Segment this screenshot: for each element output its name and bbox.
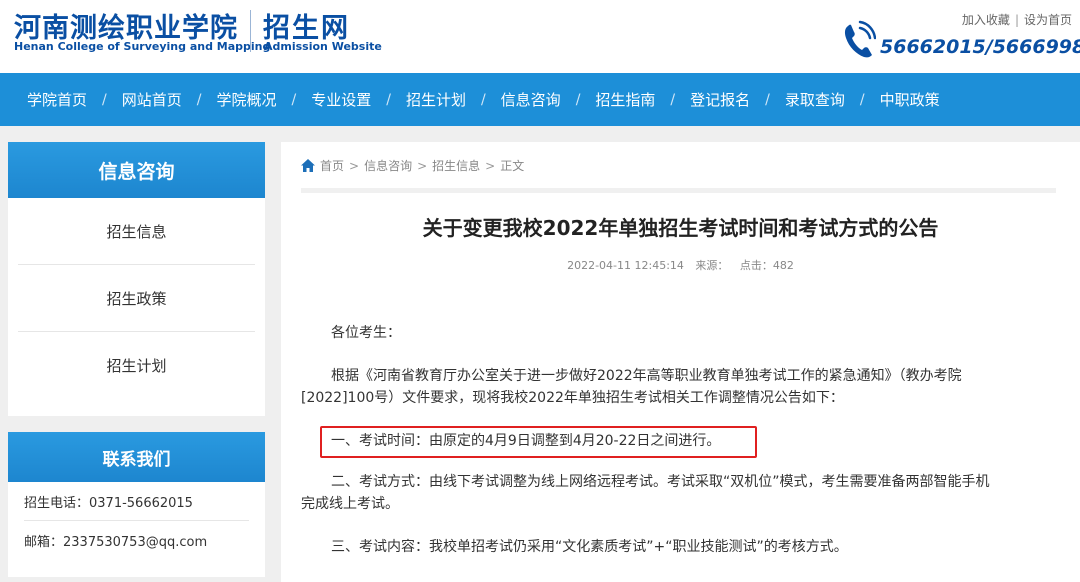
top-links: 加入收藏 | 设为首页 [962, 11, 1072, 28]
article-item2-line1: 二、考试方式：由线下考试调整为线上网络远程考试。考试采取“双机位”模式，考生需要… [331, 474, 990, 490]
breadcrumb-current: 正文 [500, 159, 525, 173]
article-clicks: 点击：482 [739, 259, 794, 272]
site-subtitle: Admission Website [264, 40, 382, 53]
college-logo-subtitle: Henan College of Surveying and Mapping [14, 40, 271, 53]
article-item2-line2: 完成线上考试。 [301, 496, 399, 512]
nav-separator: / [480, 91, 486, 108]
site-header: 河南测绘职业学院 Henan College of Surveying and … [0, 0, 1080, 73]
sidebar-item-enrollment-info[interactable]: 招生信息 [18, 198, 255, 265]
nav-separator: / [291, 91, 297, 108]
article-date: 2022-04-11 12:45:14 [567, 259, 684, 272]
breadcrumb-info-consult[interactable]: 信息咨询 [364, 157, 412, 174]
article-para1-line2: [2022]100号）文件要求，现将我校2022年单独招生考试相关工作调整情况公… [301, 390, 844, 406]
breadcrumb-separator: > [417, 158, 428, 173]
breadcrumb: 首页 > 信息咨询 > 招生信息 > 正文 [301, 157, 524, 174]
highlight-box [320, 426, 757, 458]
nav-item-site-home[interactable]: 网站首页 [122, 89, 182, 110]
nav-separator: / [765, 91, 770, 108]
article-source: 来源： [695, 259, 729, 272]
sidebar-item-enrollment-policy[interactable]: 招生政策 [18, 265, 255, 332]
nav-item-college-overview[interactable]: 学院概况 [216, 89, 276, 110]
nav-item-info-consult[interactable]: 信息咨询 [501, 89, 561, 110]
breadcrumb-divider [301, 188, 1056, 193]
nav-separator: / [670, 91, 676, 108]
sidebar-item-enrollment-plan[interactable]: 招生计划 [18, 332, 255, 398]
article-item3: 三、考试内容：我校单招考试仍采用“文化素质考试”+“职业技能测试”的考核方式。 [331, 539, 848, 555]
nav-separator: / [102, 91, 107, 108]
sidebar-info-panel: 信息咨询 招生信息 招生政策 招生计划 [8, 142, 265, 416]
article-meta: 2022-04-11 12:45:14 来源： 点击：482 [281, 257, 1080, 273]
top-links-separator: | [1014, 13, 1019, 27]
breadcrumb-separator: > [485, 158, 496, 173]
nav-separator: / [575, 91, 581, 108]
nav-item-majors[interactable]: 专业设置 [311, 89, 371, 110]
sidebar-contact-title: 联系我们 [8, 432, 265, 482]
logo-divider [250, 10, 251, 52]
contact-phone: 招生电话：0371-56662015 [24, 482, 249, 521]
admission-phone: 56662015/56669988 [880, 36, 1080, 58]
phone-icon [844, 20, 876, 58]
home-icon[interactable] [301, 159, 315, 172]
nav-separator: / [196, 91, 202, 108]
breadcrumb-enrollment-info[interactable]: 招生信息 [432, 157, 480, 174]
add-favorite-link[interactable]: 加入收藏 [962, 13, 1010, 27]
nav-separator: / [386, 91, 391, 108]
nav-item-college-home[interactable]: 学院首页 [27, 89, 87, 110]
article-panel: 首页 > 信息咨询 > 招生信息 > 正文 关于变更我校2022年单独招生考试时… [281, 142, 1080, 582]
main-nav: 学院首页 / 网站首页 / 学院概况 / 专业设置 / 招生计划 / 信息咨询 / 招生指南… [0, 73, 1080, 126]
set-homepage-link[interactable]: 设为首页 [1024, 13, 1072, 27]
breadcrumb-home[interactable]: 首页 [320, 157, 344, 174]
article-title: 关于变更我校2022年单独招生考试时间和考试方式的公告 [422, 216, 939, 240]
article-greeting: 各位考生： [331, 325, 401, 341]
nav-item-registration[interactable]: 登记报名 [690, 89, 750, 110]
nav-item-admission-query[interactable]: 录取查询 [785, 89, 845, 110]
sidebar-info-title: 信息咨询 [8, 142, 265, 198]
article-para1-line1: 根据《河南省教育厅办公室关于进一步做好2022年高等职业教育单独考试工作的紧急通… [331, 368, 962, 384]
nav-item-guide[interactable]: 招生指南 [595, 89, 655, 110]
contact-email: 邮箱：2337530753@qq.com [24, 534, 208, 550]
breadcrumb-separator: > [349, 158, 360, 173]
nav-separator: / [859, 91, 865, 108]
sidebar-contact-panel: 联系我们 招生电话：0371-56662015 邮箱：2337530753@qq… [8, 432, 265, 577]
nav-item-enrollment-plan[interactable]: 招生计划 [406, 89, 466, 110]
nav-item-vocational-policy[interactable]: 中职政策 [880, 89, 940, 110]
